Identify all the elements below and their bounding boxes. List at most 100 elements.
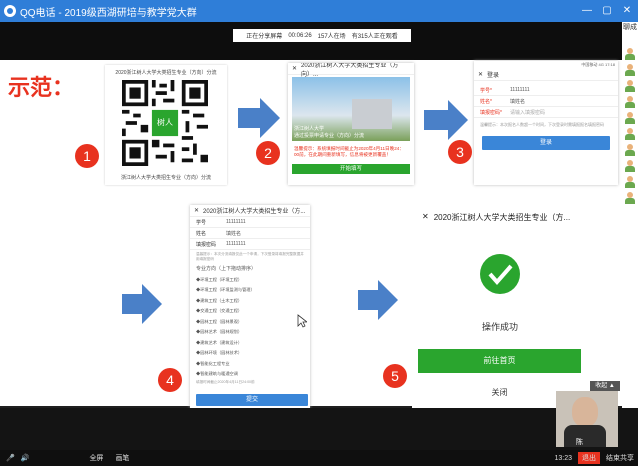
major-options: ◆环境工程（环境工程） ◆环境工程（环境监测与管理） ◆建筑工程（土木工程） ◆… bbox=[190, 274, 310, 379]
viewer-count: 有315人正在观看 bbox=[351, 34, 398, 40]
arrow-right-icon bbox=[424, 100, 468, 140]
close-icon[interactable]: ✕ bbox=[194, 207, 199, 214]
major-option[interactable]: ◆智能建筑与暖通空调 bbox=[190, 369, 310, 380]
participant-avatar-icon[interactable] bbox=[625, 176, 635, 188]
participant-avatar-icon[interactable] bbox=[625, 96, 635, 108]
login-hint: 温馨提示：本次报名人数超一个时间，下次登录时需填报报名填报密码 bbox=[480, 122, 604, 127]
mouse-cursor-icon bbox=[297, 314, 307, 328]
password-field[interactable]: 填报密码* 请输入填报密码 bbox=[474, 107, 618, 118]
camera-video-tile: 陈 bbox=[556, 391, 618, 447]
screen-title: 2020浙江树人大学大类招生专业（方... bbox=[433, 213, 571, 222]
screen-header: ✕ 登录 bbox=[474, 69, 618, 81]
step-badge-1: 1 bbox=[75, 144, 99, 168]
login-button[interactable]: 登录 bbox=[482, 135, 610, 150]
demo-label: 示范： bbox=[8, 76, 75, 101]
step-badge-5: 5 bbox=[383, 364, 407, 388]
maximize-button[interactable]: ▢ bbox=[600, 4, 614, 18]
start-fill-button[interactable]: 开始填写 bbox=[292, 163, 410, 174]
section-title: 专业方向（上下拖动排序） bbox=[196, 266, 257, 273]
share-status: 正在分享屏幕 bbox=[246, 34, 283, 40]
screen-share-bar: 正在分享屏幕 00:06:26 157人在场 有315人正在观看 bbox=[233, 29, 411, 42]
major-option[interactable]: ◆交通工程（交通工程） bbox=[190, 306, 310, 317]
screen-login: 中国移动 4G 17:18 ✕ 登录 学号* 11111111 姓名* 填姓名 填报密… bbox=[474, 61, 618, 185]
qr-card-title: 2020浙江树人大学大类招生专业（方向）分流 bbox=[115, 70, 217, 76]
close-icon[interactable]: ✕ bbox=[292, 65, 297, 72]
submit-button[interactable]: 提交 bbox=[196, 394, 308, 406]
participant-avatar-icon[interactable] bbox=[625, 128, 635, 140]
major-option[interactable]: ◆园林环境（园林技术） bbox=[190, 348, 310, 359]
close-icon[interactable]: ✕ bbox=[422, 212, 429, 223]
qr-card: 2020浙江树人大学大类招生专业（方向）分流 树人 浙江树人大学大类招生专业（方… bbox=[105, 65, 227, 185]
qr-card-caption: 浙江树人大学大类招生专业（方向）分流 bbox=[120, 175, 211, 181]
microphone-icon[interactable]: 🎤 bbox=[6, 454, 15, 462]
participant-avatar-icon[interactable] bbox=[625, 144, 635, 156]
window-title: QQ电话 - 2019级西湖研培与教学党大群 bbox=[20, 7, 197, 19]
qq-logo-icon bbox=[4, 5, 16, 17]
step-badge-3: 3 bbox=[448, 140, 472, 164]
sidebar-label: 聊成 bbox=[623, 24, 637, 31]
phone-status-bar: 中国移动 4G 17:18 bbox=[581, 62, 615, 67]
video-label: 陈 bbox=[576, 439, 583, 446]
participant-avatar-icon[interactable] bbox=[625, 64, 635, 76]
screen-title: 2020浙江树人大学大类招生专业（方... bbox=[203, 209, 306, 215]
window-controls: — ▢ ✕ bbox=[580, 4, 634, 18]
end-share-button[interactable]: 结束共享 bbox=[606, 453, 634, 463]
speaker-icon[interactable]: 🔊 bbox=[21, 454, 30, 462]
arrow-right-icon bbox=[122, 284, 162, 324]
name-field[interactable]: 姓名* 填姓名 bbox=[474, 96, 618, 107]
minimize-button[interactable]: — bbox=[580, 4, 594, 18]
window-titlebar: QQ电话 - 2019级西湖研培与教学党大群 — ▢ ✕ bbox=[0, 0, 638, 22]
major-option[interactable]: ◆园林艺术（园林规划） bbox=[190, 327, 310, 338]
participant-avatar-icon[interactable] bbox=[625, 192, 635, 204]
close-icon[interactable]: ✕ bbox=[478, 71, 483, 78]
screen-title: 2020浙江树人大学大类招生专业（方向）... bbox=[301, 63, 399, 78]
name-field[interactable]: 姓名 填姓名 bbox=[190, 228, 310, 239]
pen-button[interactable]: 画笔 bbox=[115, 453, 129, 463]
step-badge-2: 2 bbox=[256, 141, 280, 165]
participant-avatar-icon[interactable] bbox=[625, 160, 635, 172]
notice-text: 温馨提示：系统填报时间截止为2020年4月11日晚24：00前，在此期间重新填写… bbox=[294, 146, 404, 158]
collapse-button[interactable]: 收起 ▲ bbox=[590, 381, 620, 391]
qr-center-label: 树人 bbox=[157, 118, 173, 127]
major-option[interactable]: ◆建筑艺术（建筑设计） bbox=[190, 337, 310, 348]
participant-avatar-icon[interactable] bbox=[625, 112, 635, 124]
campus-banner: 浙江树人大学 通过投票申请专业（方向）分流 bbox=[292, 77, 410, 141]
arrow-right-icon bbox=[238, 98, 280, 138]
screen-header: ✕ 2020浙江树人大学大类招生专业（方向）... bbox=[288, 63, 414, 78]
screen-header: ✕ 2020浙江树人大学大类招生专业（方... bbox=[412, 206, 588, 229]
success-message: 操作成功 bbox=[481, 322, 518, 332]
screen-start: ✕ 2020浙江树人大学大类招生专业（方向）... 浙江树人大学 通过投票申请专业… bbox=[288, 63, 414, 185]
face-icon bbox=[572, 397, 598, 427]
call-controls: 🎤 🔊 全屏 画笔 13:23 退出 结束共享 bbox=[0, 450, 638, 466]
participant-sidebar bbox=[622, 22, 638, 408]
screen-success: ✕ 2020浙江树人大学大类招生专业（方... 操作成功 前往首页 关闭 bbox=[412, 206, 588, 408]
go-home-button[interactable]: 前往首页 bbox=[418, 349, 581, 373]
banner-text: 浙江树人大学 通过投票申请专业（方向）分流 bbox=[294, 126, 365, 139]
screen-form: ✕ 2020浙江树人大学大类招生专业（方... 学号 11111111 姓名 填姓名 … bbox=[190, 205, 310, 408]
fullscreen-button[interactable]: 全屏 bbox=[89, 453, 103, 463]
student-id-field[interactable]: 学号 11111111 bbox=[190, 217, 310, 228]
major-option[interactable]: ◆环境工程（环境监测与管理） bbox=[190, 285, 310, 296]
exit-button[interactable]: 退出 bbox=[578, 452, 600, 464]
success-check-icon bbox=[480, 254, 520, 294]
screen-title: 登录 bbox=[487, 73, 500, 79]
major-option[interactable]: ◆环境工程（环境工程） bbox=[190, 274, 310, 285]
step-badge-4: 4 bbox=[158, 368, 182, 392]
student-id-field[interactable]: 学号* 11111111 bbox=[474, 85, 618, 96]
participant-count: 157人在场 bbox=[317, 34, 346, 40]
call-time: 13:23 bbox=[554, 454, 572, 462]
participant-avatar-icon[interactable] bbox=[625, 80, 635, 92]
qr-code-icon: 树人 bbox=[119, 80, 211, 166]
participant-avatar-icon[interactable] bbox=[625, 48, 635, 60]
close-button[interactable]: ✕ bbox=[620, 4, 634, 18]
share-timer: 00:06:26 bbox=[288, 32, 312, 39]
shoulders-icon bbox=[564, 425, 606, 447]
form-hint: 温馨提示：本次分流填报仅此一个申请，下次登录将填报完整数据并用填报密码 bbox=[196, 252, 304, 261]
major-option[interactable]: ◆园林工程（园林景观） bbox=[190, 316, 310, 327]
screen-header: ✕ 2020浙江树人大学大类招生专业（方... bbox=[190, 205, 310, 217]
arrow-right-icon bbox=[358, 280, 398, 320]
password-field[interactable]: 填报密码 11111111 bbox=[190, 239, 310, 250]
major-option[interactable]: ◆智能化工程专业 bbox=[190, 358, 310, 369]
major-option[interactable]: ◆建筑工程（土木工程） bbox=[190, 295, 310, 306]
form-footer: 填报时间截止2020年4月11日24:00前 bbox=[196, 380, 255, 385]
